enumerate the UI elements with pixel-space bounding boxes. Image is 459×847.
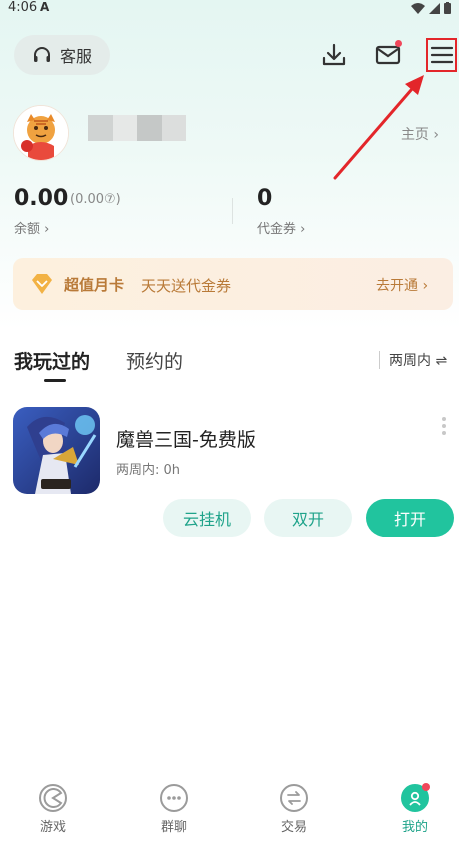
nav-label-chat: 群聊 [160, 820, 187, 835]
nav-label-games: 游戏 [39, 820, 66, 835]
open-game-button[interactable]: 打开 [366, 499, 454, 537]
diamond-icon [32, 274, 52, 294]
divider [232, 198, 233, 224]
game-icon[interactable] [13, 407, 100, 494]
game-artwork-icon [13, 407, 100, 494]
status-icons [411, 2, 451, 14]
chat-icon [160, 784, 188, 812]
download-button[interactable] [319, 40, 349, 70]
home-link[interactable]: 主页 › [401, 124, 439, 144]
wifi-icon [411, 2, 425, 14]
cloud-hosting-button[interactable]: 云挂机 [163, 499, 251, 537]
tab-active-indicator [44, 379, 66, 382]
tiger-mascot-icon [14, 106, 68, 160]
balance-label[interactable]: 余额 › [14, 218, 49, 237]
dual-open-button[interactable]: 双开 [264, 499, 352, 537]
nav-item-chat[interactable]: 群聊 [144, 784, 204, 835]
profile-icon [401, 783, 430, 812]
status-app-glyph: A [40, 0, 50, 14]
game-playtime: 两周内: 0h [116, 463, 181, 478]
signal-icon [429, 2, 440, 14]
nav-item-mine[interactable]: 我的 [385, 783, 445, 835]
nav-label-trade: 交易 [280, 820, 307, 835]
nav-item-games[interactable]: 游戏 [23, 784, 83, 835]
exchange-icon [280, 784, 308, 812]
promo-subtitle: 天天送代金券 [141, 277, 232, 295]
headset-icon [33, 47, 50, 62]
balance-sub[interactable]: (0.00⑦) [70, 192, 121, 207]
username-obscured [88, 115, 186, 141]
promo-activate-link[interactable]: 去开通 › [376, 275, 428, 295]
download-icon [322, 43, 346, 66]
voucher-label[interactable]: 代金券 › [257, 218, 305, 237]
mail-button[interactable] [373, 40, 403, 70]
dot-icon [442, 431, 446, 435]
tab-reserved[interactable]: 预约的 [126, 347, 183, 374]
promo-title: 超值月卡 [64, 276, 125, 294]
avatar[interactable] [13, 105, 69, 161]
voucher-value: 0 [257, 186, 273, 211]
tab-played[interactable]: 我玩过的 [14, 347, 90, 374]
nav-item-trade[interactable]: 交易 [264, 784, 324, 835]
mail-badge [395, 40, 402, 47]
more-options-button[interactable] [441, 417, 447, 435]
customer-service-button[interactable]: 客服 [14, 35, 110, 75]
mail-icon [375, 45, 401, 65]
game-title[interactable]: 魔兽三国-免费版 [116, 425, 256, 452]
filter-divider [379, 351, 380, 369]
customer-service-label: 客服 [59, 47, 92, 66]
battery-icon [444, 2, 451, 14]
status-time: 4:06 [8, 0, 38, 15]
nav-label-mine: 我的 [401, 820, 428, 835]
dot-icon [442, 424, 446, 428]
nav-badge [422, 783, 430, 791]
pacman-icon [39, 784, 67, 812]
time-filter[interactable]: 两周内 ⇌ [389, 350, 447, 370]
annotation-highlight-box [426, 38, 457, 72]
dot-icon [442, 417, 446, 421]
balance-value: 0.00 [14, 186, 69, 211]
